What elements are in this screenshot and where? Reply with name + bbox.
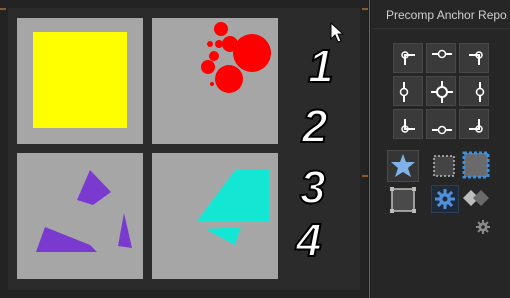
anchor-middle-left-button[interactable] — [393, 76, 423, 106]
anchor-position-grid — [393, 43, 489, 139]
square-anchor-button[interactable] — [389, 186, 417, 214]
edge-anchor-icon — [399, 82, 409, 102]
anchor-bottom-left-button[interactable] — [393, 109, 423, 139]
anchor-top-center-button[interactable] — [426, 43, 456, 73]
gear-anchor-button[interactable] — [431, 185, 459, 213]
corner-anchor-icon — [469, 119, 483, 133]
star-anchor-button[interactable] — [387, 150, 419, 182]
corner-anchor-icon — [401, 119, 415, 133]
star-icon — [391, 154, 415, 177]
edge-anchor-icon — [432, 125, 452, 135]
edge-anchor-icon — [432, 49, 452, 59]
divider — [371, 28, 510, 29]
layer-number-labels: 1 2 3 4 — [294, 39, 335, 267]
precomp-anchor-panel: Precomp Anchor Repo1 — [371, 0, 510, 298]
layers-diamond-button[interactable] — [461, 186, 491, 212]
label-3: 3 — [300, 161, 326, 213]
anchor-top-right-button[interactable] — [459, 43, 489, 73]
dashed-square-icon — [433, 155, 455, 177]
anchor-bottom-center-button[interactable] — [426, 109, 456, 139]
arrow-cursor-icon — [330, 22, 345, 43]
composition-viewer: 1 2 3 4 — [0, 0, 368, 298]
panel-divider[interactable] — [369, 0, 370, 298]
label-4: 4 — [295, 214, 322, 266]
anchor-middle-right-button[interactable] — [459, 76, 489, 106]
square-icon — [390, 187, 416, 213]
settings-gear-icon — [476, 220, 490, 234]
panel-title: Precomp Anchor Repo1 — [386, 8, 508, 22]
dashed-bounds-button[interactable] — [431, 153, 459, 179]
anchor-bottom-right-button[interactable] — [459, 109, 489, 139]
selection-bounds-button[interactable] — [461, 150, 491, 180]
edge-anchor-icon — [475, 82, 485, 102]
anchor-center-button[interactable] — [426, 76, 456, 106]
diamonds-icon — [463, 190, 489, 206]
anchor-top-left-button[interactable] — [393, 43, 423, 73]
center-anchor-icon — [431, 81, 453, 103]
settings-button[interactable] — [475, 219, 491, 235]
label-2: 2 — [301, 100, 328, 152]
gear-icon — [435, 189, 455, 209]
corner-anchor-icon — [401, 51, 415, 65]
corner-anchor-icon — [469, 51, 483, 65]
label-1: 1 — [308, 40, 334, 92]
selection-square-icon — [462, 151, 490, 179]
